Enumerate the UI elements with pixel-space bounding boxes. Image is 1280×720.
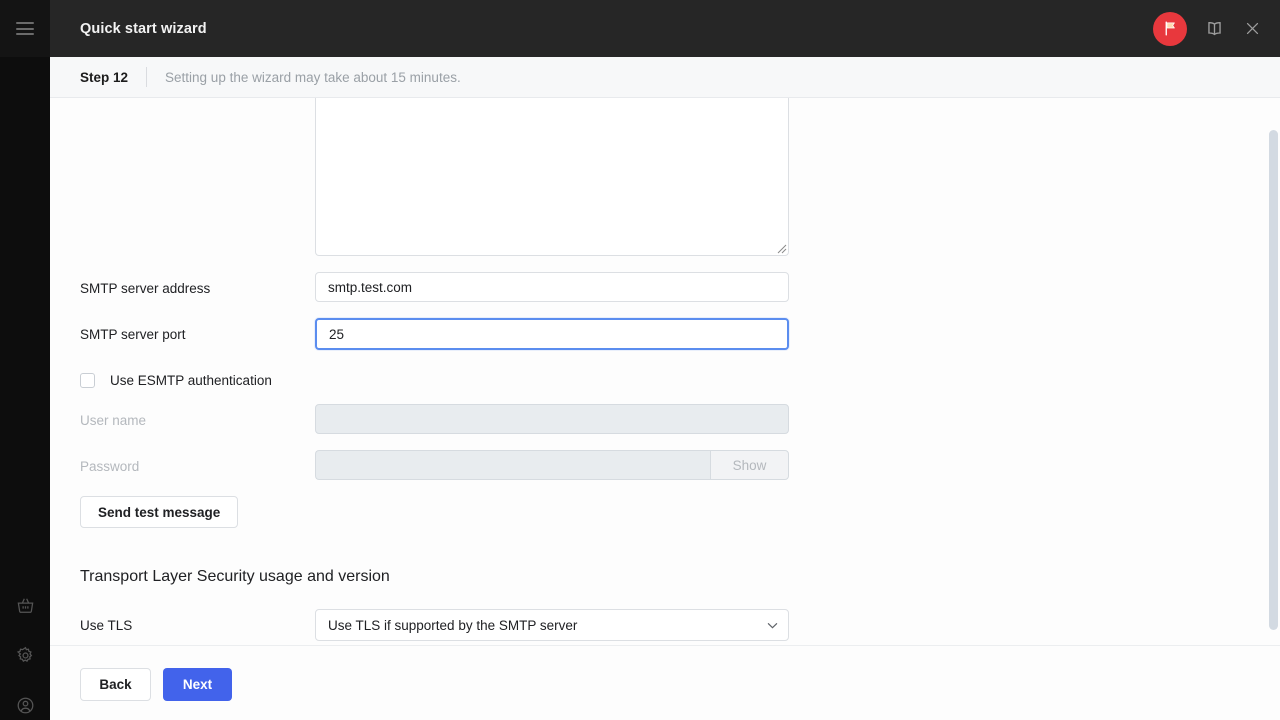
password-row: Password Show [80, 450, 1280, 480]
smtp-port-input[interactable] [315, 318, 789, 350]
esmtp-checkbox-row[interactable]: Use ESMTP authentication [80, 373, 1280, 388]
step-divider [146, 67, 148, 87]
wizard-footer: Back Next [50, 645, 1280, 720]
page-title: Quick start wizard [80, 20, 207, 37]
message-textarea-row [80, 98, 1280, 256]
window-header: Quick start wizard [50, 0, 1280, 57]
message-textarea-col [315, 98, 789, 256]
flag-badge-button[interactable] [1153, 11, 1187, 46]
flag-icon [1165, 21, 1175, 36]
username-col [315, 404, 789, 434]
use-tls-row: Use TLS Use TLS if supported by the SMTP… [80, 609, 1280, 641]
content-scrollbar-thumb[interactable] [1269, 130, 1278, 630]
smtp-port-row: SMTP server port [80, 318, 1280, 350]
app-root: Quick start wizard Step 12 Setting up th… [0, 0, 1280, 720]
esmtp-checkbox-label: Use ESMTP authentication [110, 373, 272, 388]
step-bar: Step 12 Setting up the wizard may take a… [50, 57, 1280, 98]
smtp-address-input[interactable] [315, 272, 789, 302]
password-col: Show [315, 450, 789, 480]
smtp-port-col [315, 318, 789, 350]
smtp-port-label: SMTP server port [80, 327, 186, 342]
send-test-row: Send test message [80, 496, 1280, 528]
footer-buttons: Back Next [50, 646, 1280, 701]
close-icon [1246, 22, 1258, 35]
hamburger-line [16, 22, 34, 24]
hamburger-line [16, 27, 34, 30]
use-tls-select-wrapper: Use TLS if supported by the SMTP server [315, 609, 789, 641]
username-row: User name [80, 404, 1280, 434]
smtp-address-label: SMTP server address [80, 281, 211, 296]
wizard-form-content: SMTP server address SMTP server port Use… [50, 98, 1280, 645]
sidebar-icon-group [0, 580, 50, 720]
sidebar-item-basket[interactable] [0, 580, 50, 630]
password-label: Password [80, 459, 140, 474]
basket-icon [17, 598, 33, 613]
use-tls-select[interactable]: Use TLS if supported by the SMTP server [315, 609, 789, 641]
sidebar-item-account[interactable] [0, 680, 50, 720]
help-book-button[interactable] [1203, 18, 1225, 40]
tls-section: Transport Layer Security usage and versi… [80, 568, 1280, 641]
user-icon [17, 697, 33, 713]
hamburger-icon[interactable] [16, 22, 34, 35]
sidebar-item-settings[interactable] [0, 630, 50, 680]
password-input[interactable] [315, 450, 710, 480]
esmtp-checkbox[interactable] [80, 373, 95, 388]
form-area: SMTP server address SMTP server port Use… [50, 98, 1280, 641]
tls-section-title: Transport Layer Security usage and versi… [80, 568, 390, 585]
header-actions [1153, 11, 1280, 46]
gear-icon [16, 646, 32, 662]
sidebar-menu-toggle[interactable] [0, 0, 50, 57]
book-icon [1207, 22, 1221, 36]
next-button[interactable]: Next [163, 668, 232, 701]
step-number-label: Step 12 [80, 69, 129, 85]
message-textarea-label [80, 98, 315, 107]
username-label: User name [80, 413, 147, 428]
password-input-group: Show [315, 450, 789, 480]
step-description: Setting up the wizard may take about 15 … [165, 69, 461, 85]
use-tls-col: Use TLS if supported by the SMTP server [315, 609, 789, 641]
textarea-wrapper [315, 98, 789, 256]
back-button[interactable]: Back [80, 668, 151, 701]
send-test-message-button[interactable]: Send test message [80, 496, 239, 528]
close-window-button[interactable] [1241, 18, 1263, 40]
username-input[interactable] [315, 404, 789, 434]
smtp-address-row: SMTP server address [80, 272, 1280, 302]
use-tls-label: Use TLS [80, 618, 133, 633]
password-show-button[interactable]: Show [710, 450, 789, 480]
smtp-address-col [315, 272, 789, 302]
content-scrollbar-track[interactable] [1267, 98, 1280, 645]
message-textarea[interactable] [315, 98, 789, 256]
left-sidebar [0, 0, 50, 720]
hamburger-line [16, 33, 34, 35]
